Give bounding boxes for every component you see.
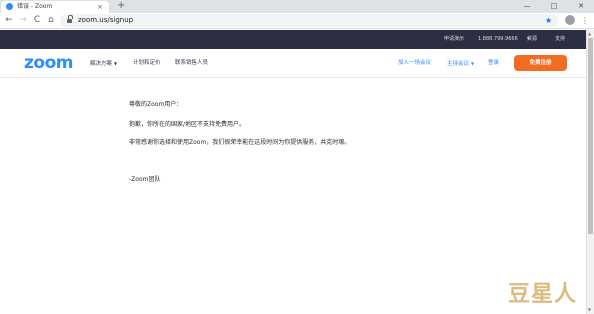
nav-plans-pricing[interactable]: 计划和定价 — [133, 49, 161, 78]
new-tab-icon[interactable]: + — [117, 0, 125, 12]
signup-free-button[interactable]: 免费注册 — [514, 55, 567, 71]
nav-solutions[interactable]: 解决方案 ▼ — [90, 49, 117, 79]
reload-icon[interactable]: C — [31, 14, 43, 27]
minimize-icon[interactable]: — — [521, 0, 533, 12]
zoom-favicon-icon — [6, 3, 13, 10]
nav-solutions-label: 解决方案 — [90, 61, 113, 67]
maximize-icon[interactable]: □ — [548, 0, 560, 12]
phone-number[interactable]: 1.888.799.9666 — [478, 30, 518, 49]
unsupported-region-text: 抱歉，你所在的国家/地区不支持免费用户。 — [129, 121, 246, 128]
scroll-up-arrow-icon[interactable]: ▲ — [588, 31, 591, 37]
chevron-down-icon: ▼ — [114, 61, 118, 66]
host-meeting-label: 主持会议 — [447, 61, 470, 67]
signature-text: -Zoom团队 — [129, 176, 161, 183]
page-scrollbar[interactable]: ▲ ▼ — [586, 30, 594, 314]
home-icon[interactable]: ⌂ — [45, 14, 57, 27]
zoom-top-bar: 申请演示 1.888.799.9666 资源 ▾ 支持 — [0, 30, 594, 49]
watermark-text: 豆星人 — [508, 282, 578, 307]
request-demo-link[interactable]: 申请演示 — [444, 30, 464, 49]
tab-close-icon[interactable]: × — [97, 2, 103, 12]
browser-menu-icon[interactable]: ⋮ — [581, 14, 589, 27]
zoom-logo[interactable]: zoom — [24, 53, 73, 73]
browser-tab-strip: 错误 - Zoom × + — □ ✕ — [0, 0, 594, 13]
address-bar[interactable]: zoom.us/signup ★ — [60, 14, 558, 27]
profile-avatar-icon[interactable] — [565, 15, 575, 25]
scroll-thumb[interactable] — [588, 38, 593, 234]
scroll-down-arrow-icon[interactable]: ▼ — [588, 307, 591, 313]
lock-icon[interactable] — [67, 15, 73, 23]
browser-tab[interactable]: 错误 - Zoom × — [1, 1, 109, 13]
chevron-down-icon: ▼ — [471, 61, 475, 66]
greeting-text: 尊敬的Zoom用户： — [129, 101, 183, 108]
host-meeting-menu[interactable]: 主持会议 ▼ — [447, 49, 474, 79]
sign-in-link[interactable]: 登录 — [488, 49, 499, 78]
close-window-icon[interactable]: ✕ — [575, 0, 587, 12]
forward-icon[interactable]: → — [17, 14, 29, 27]
thank-you-text: 非常感谢你选择和使用Zoom，我们很荣幸能在这段时间为你提供服务，共克时艰。 — [129, 139, 351, 146]
main-content: 尊敬的Zoom用户： 抱歉，你所在的国家/地区不支持免费用户。 非常感谢你选择和… — [0, 78, 594, 314]
chevron-down-icon: ▾ — [527, 36, 530, 42]
url-text[interactable]: zoom.us/signup — [78, 14, 133, 27]
browser-toolbar: ← → C ⌂ zoom.us/signup ★ ⋮ — [0, 13, 594, 29]
back-icon[interactable]: ← — [3, 14, 15, 27]
zoom-nav-bar: zoom 解决方案 ▼ 计划和定价 联系销售人员 加入一场会议 主持会议 ▼ 登录 … — [0, 49, 594, 78]
bookmark-star-icon[interactable]: ★ — [545, 14, 552, 27]
support-link[interactable]: 支持 — [555, 30, 565, 49]
tab-title: 错误 - Zoom — [17, 3, 53, 10]
nav-contact-sales[interactable]: 联系销售人员 — [175, 49, 208, 78]
join-meeting-link[interactable]: 加入一场会议 — [398, 49, 431, 78]
